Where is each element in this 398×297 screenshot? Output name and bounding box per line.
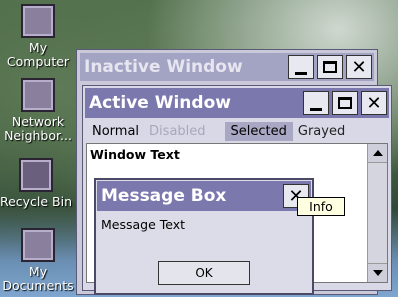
- close-button[interactable]: ✕: [346, 55, 372, 79]
- menu-item-normal[interactable]: Normal: [87, 122, 144, 141]
- window-text: Window Text: [90, 147, 180, 162]
- menu-item-disabled: Disabled: [149, 123, 206, 139]
- minimize-icon: [310, 107, 322, 111]
- network-icon: [21, 78, 55, 112]
- close-icon: ✕: [366, 92, 382, 114]
- computer-icon: [21, 4, 55, 38]
- ok-button-label: OK: [195, 266, 213, 280]
- desktop-icon-label: My Computer: [6, 40, 70, 69]
- minimize-button[interactable]: [303, 91, 329, 115]
- message-box-title: Message Box: [101, 186, 227, 206]
- scroll-track[interactable]: [368, 163, 387, 263]
- maximize-icon: [323, 61, 337, 73]
- tooltip-text: Info: [309, 199, 333, 214]
- active-window-title: Active Window: [89, 93, 231, 113]
- desktop-icon-label: Network Neighbor...: [4, 114, 72, 143]
- menu-bar: Normal Disabled Selected Grayed: [87, 121, 350, 141]
- desktop-icon-network[interactable]: Network Neighbor...: [0, 78, 76, 143]
- message-text: Message Text: [101, 217, 186, 232]
- message-box[interactable]: Message Box ✕ Message Text OK: [94, 178, 314, 295]
- desktop-icon-my-documents[interactable]: My Documents: [0, 228, 76, 293]
- menu-item-selected[interactable]: Selected: [224, 121, 293, 141]
- message-box-titlebar[interactable]: Message Box ✕: [97, 181, 311, 211]
- recycle-bin-icon: [19, 158, 53, 192]
- documents-icon: [21, 228, 55, 262]
- maximize-button[interactable]: [317, 55, 343, 79]
- scroll-down-button[interactable]: [368, 263, 387, 282]
- close-button[interactable]: ✕: [361, 91, 387, 115]
- minimize-icon: [295, 71, 307, 75]
- inactive-window-titlebar[interactable]: Inactive Window ✕: [80, 53, 374, 81]
- arrow-down-icon: [372, 270, 383, 276]
- active-window-titlebar[interactable]: Active Window ✕: [85, 88, 389, 118]
- menu-item-grayed[interactable]: Grayed: [293, 122, 350, 141]
- close-icon: ✕: [351, 56, 367, 78]
- desktop-icon-label: My Documents: [2, 264, 74, 293]
- tooltip: Info: [297, 197, 345, 216]
- scroll-up-button[interactable]: [368, 144, 387, 163]
- vertical-scrollbar[interactable]: [367, 144, 387, 282]
- minimize-button[interactable]: [288, 55, 314, 79]
- maximize-icon: [338, 97, 352, 109]
- maximize-button[interactable]: [332, 91, 358, 115]
- arrow-up-icon: [372, 150, 383, 156]
- ok-button[interactable]: OK: [158, 261, 250, 285]
- desktop-icon-label: Recycle Bin: [0, 194, 73, 209]
- desktop-icon-recycle-bin[interactable]: Recycle Bin: [0, 158, 74, 209]
- desktop-icon-my-computer[interactable]: My Computer: [0, 4, 76, 69]
- inactive-window-title: Inactive Window: [84, 57, 243, 77]
